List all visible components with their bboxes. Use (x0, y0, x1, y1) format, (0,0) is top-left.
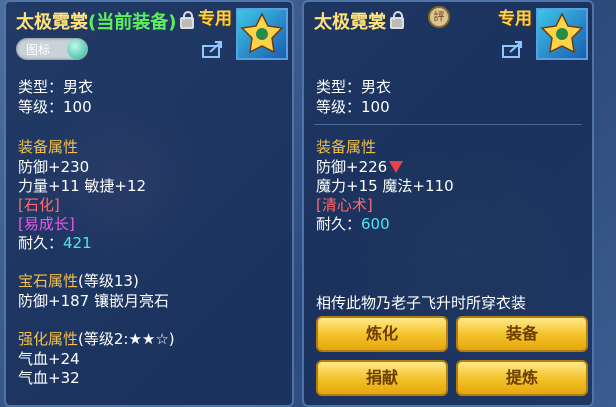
compare-equipment-tooltip: 太极霓裳 評 专用 类型：男衣 等级：100 装备属性 防御+226 魔力+15… (302, 0, 594, 407)
icon-toggle-label: 图标 (26, 43, 51, 57)
lock-icon[interactable] (180, 11, 195, 29)
item-title: 太极霓裳(当前装备) (16, 8, 195, 34)
defense-stat: 防御+226 (316, 156, 404, 177)
current-equipment-tooltip: 太极霓裳(当前装备) 专用 图标 类型：男衣 等级：100 装备属性 防御+23… (4, 0, 294, 407)
durability: 耐久：421 (18, 232, 92, 253)
item-title: 太极霓裳 (314, 8, 404, 34)
icon-toggle[interactable]: 图标 (16, 38, 88, 60)
durability-label: 耐久： (316, 215, 362, 233)
equip-attr-header: 装备属性 (18, 138, 79, 156)
item-type: 类型：男衣 (18, 78, 94, 96)
exclusive-tag: 专用 (198, 9, 232, 29)
enhance-bonus-2: 气血+32 (18, 369, 80, 387)
gem-detail: 防御+187 镶嵌月亮石 (18, 292, 169, 310)
enhance-section: 强化属性(等级2:★★☆) (18, 328, 175, 349)
divider (314, 124, 582, 125)
gem-level: (等级13) (78, 272, 139, 290)
defense-value: 防御+226 (316, 158, 388, 176)
appraisal-seal-icon: 評 (428, 6, 450, 28)
item-icon (236, 8, 288, 60)
effect-clear-mind: [清心术] (316, 196, 373, 214)
durability-value: 421 (63, 234, 92, 252)
item-level: 等级：100 (18, 98, 92, 116)
donate-button[interactable]: 捐献 (316, 360, 448, 396)
durability-value: 600 (361, 215, 390, 233)
attr-stats: 魔力+15 魔法+110 (316, 177, 454, 195)
enhance-level: (等级2:★★☆) (78, 330, 175, 348)
item-name: 太极霓裳 (314, 12, 386, 33)
durability-label: 耐久： (18, 234, 64, 252)
item-level: 等级：100 (316, 98, 390, 116)
decrease-arrow-icon (389, 160, 404, 173)
extract-button[interactable]: 提炼 (456, 360, 588, 396)
equip-attr-header: 装备属性 (316, 138, 377, 156)
item-name: 太极霓裳 (16, 12, 88, 33)
enhance-bonus-1: 气血+24 (18, 350, 80, 368)
current-equip-label: (当前装备) (88, 12, 177, 33)
effect-easy-growth: [易成长] (18, 215, 75, 233)
lock-icon[interactable] (390, 11, 404, 29)
item-description: 相传此物乃老子飞升时所穿衣装 (316, 294, 527, 312)
share-icon[interactable] (502, 40, 524, 58)
effect-petrify: [石化] (18, 196, 60, 214)
item-type: 类型：男衣 (316, 78, 392, 96)
gem-header: 宝石属性 (18, 272, 79, 290)
toggle-knob[interactable] (67, 39, 87, 59)
exclusive-tag: 专用 (498, 9, 532, 29)
durability: 耐久：600 (316, 213, 390, 234)
enhance-header: 强化属性 (18, 330, 79, 348)
refine-button[interactable]: 炼化 (316, 316, 448, 352)
gem-section: 宝石属性(等级13) (18, 270, 139, 291)
defense-stat: 防御+230 (18, 158, 90, 176)
item-icon (536, 8, 588, 60)
attr-stats: 力量+11 敏捷+12 (18, 177, 147, 195)
equip-button[interactable]: 装备 (456, 316, 588, 352)
share-icon[interactable] (202, 40, 224, 58)
